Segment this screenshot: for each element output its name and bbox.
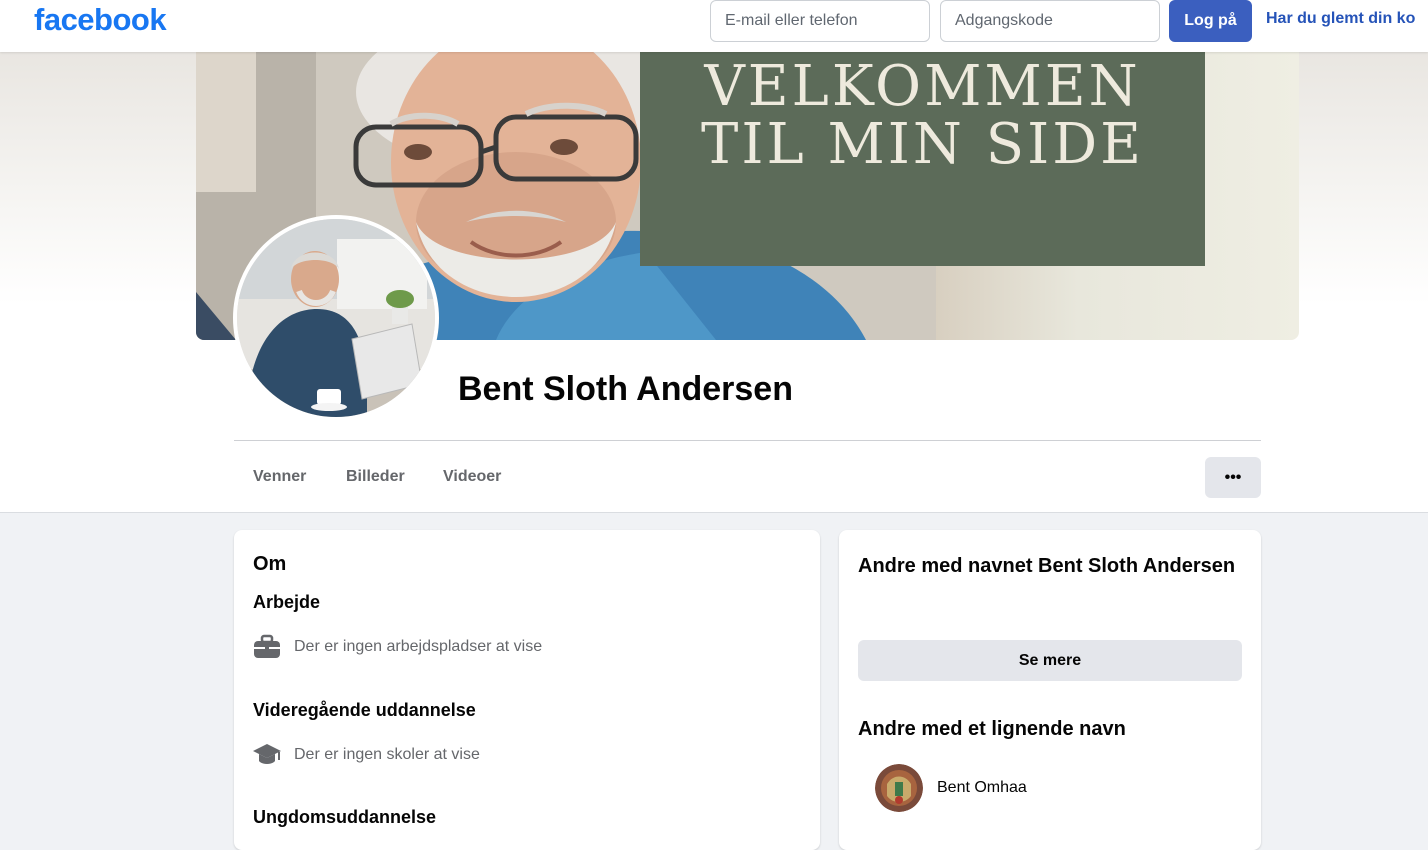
others-card: Andre med navnet Bent Sloth Andersen Se …	[839, 530, 1261, 850]
about-title: Om	[253, 553, 287, 575]
tab-videos[interactable]: Videoer	[443, 468, 501, 486]
highschool-heading: Videregående uddannelse	[253, 700, 476, 720]
login-button[interactable]: Log på	[1169, 0, 1252, 42]
similar-person-item[interactable]: Bent Omhaa	[875, 764, 1027, 812]
about-card: Om Arbejde Der er ingen arbejdspladser a…	[234, 530, 820, 850]
forgot-account-link[interactable]: Har du glemt din ko	[1266, 10, 1415, 28]
youth-education-heading: Ungdomsuddannelse	[253, 807, 437, 827]
tab-photos[interactable]: Billeder	[346, 468, 405, 486]
welcome-line-2: TIL MIN SIDE	[701, 112, 1144, 177]
work-heading: Arbejde	[253, 592, 321, 612]
see-more-button[interactable]: Se mere	[858, 640, 1242, 681]
similar-name-title: Andre med et lignende navn	[858, 718, 1126, 740]
password-field[interactable]	[940, 0, 1160, 42]
profile-name: Bent Sloth Andersen	[458, 370, 793, 408]
avatar-image	[237, 219, 435, 417]
profile-avatar[interactable]	[233, 215, 439, 421]
similar-person-avatar	[875, 764, 923, 812]
work-empty-row: Der er ingen arbejdspladser at vise	[252, 634, 542, 660]
header-bottom-border	[0, 512, 1428, 513]
welcome-line-1: VELKOMMEN	[704, 54, 1141, 119]
school-empty-row: Der er ingen skoler at vise	[252, 742, 480, 768]
welcome-banner-text: VELKOMMEN TIL MIN SIDE	[640, 58, 1205, 174]
email-field[interactable]	[710, 0, 930, 42]
facebook-logo[interactable]: facebook	[34, 2, 167, 38]
more-options-button[interactable]: •••	[1205, 457, 1261, 498]
top-bar: facebook Log på Har du glemt din ko	[0, 0, 1428, 52]
graduation-cap-icon	[253, 744, 281, 764]
same-name-title: Andre med navnet Bent Sloth Andersen	[858, 555, 1236, 577]
work-empty-text: Der er ingen arbejdspladser at vise	[294, 638, 543, 655]
school-empty-text: Der er ingen skoler at vise	[294, 746, 480, 763]
similar-person-name[interactable]: Bent Omhaa	[937, 779, 1027, 797]
header-divider	[234, 440, 1261, 441]
briefcase-icon	[254, 634, 280, 658]
tab-friends[interactable]: Venner	[253, 468, 306, 486]
